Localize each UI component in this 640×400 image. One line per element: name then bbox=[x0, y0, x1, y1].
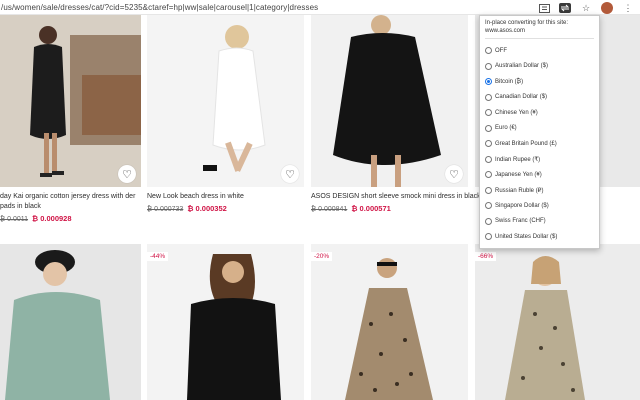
product-image[interactable]: -66% bbox=[475, 244, 640, 400]
currency-option[interactable]: OFF bbox=[485, 43, 594, 59]
currency-option-label: Great Britain Pound (£) bbox=[495, 140, 557, 147]
currency-options: OFF Australian Dollar ($) Bitcoin (₿) Canad… bbox=[485, 43, 594, 245]
sale-price: ₿ 0.000352 bbox=[187, 204, 227, 213]
radio-button[interactable] bbox=[485, 233, 492, 241]
currency-option[interactable]: United States Dollar ($) bbox=[485, 229, 594, 245]
product-name[interactable]: New Look beach dress in white bbox=[147, 192, 304, 202]
currency-option[interactable]: Indian Rupee (₹) bbox=[485, 152, 594, 168]
old-price: ₿ 0.0011 bbox=[0, 216, 29, 223]
avatar[interactable] bbox=[601, 2, 613, 14]
radio-button[interactable] bbox=[485, 78, 492, 86]
currency-converter-icon[interactable] bbox=[559, 3, 571, 13]
product-image[interactable]: -20% bbox=[311, 244, 468, 400]
currency-option[interactable]: Euro (€) bbox=[485, 121, 594, 137]
currency-option-label: Swiss Franc (CHF) bbox=[495, 218, 546, 225]
currency-option[interactable]: Canadian Dollar ($) bbox=[485, 90, 594, 106]
radio-button[interactable] bbox=[485, 171, 492, 179]
currency-option-label: Bitcoin (₿) bbox=[495, 78, 524, 85]
radio-button[interactable] bbox=[485, 109, 492, 117]
extension-icons: ☆ ⋮ bbox=[538, 2, 634, 14]
product-image[interactable] bbox=[0, 244, 141, 400]
old-price: ₿ 0.000841 bbox=[311, 206, 348, 213]
currency-option-label: Euro (€) bbox=[495, 125, 517, 132]
currency-option[interactable]: Great Britain Pound (£) bbox=[485, 136, 594, 152]
currency-option[interactable]: Singapore Dollar ($) bbox=[485, 198, 594, 214]
currency-option-label: Russian Ruble (₽) bbox=[495, 187, 544, 194]
browser-toolbar: /us/women/sale/dresses/cat/?cid=5235&cta… bbox=[0, 0, 640, 15]
photo-woman-leopard-dress bbox=[345, 258, 433, 400]
radio-button[interactable] bbox=[485, 217, 492, 225]
translate-icon[interactable] bbox=[538, 3, 550, 13]
currency-option[interactable]: Australian Dollar ($) bbox=[485, 59, 594, 75]
radio-button[interactable] bbox=[485, 47, 492, 55]
discount-badge: -66% bbox=[475, 252, 497, 261]
old-price: ₿ 0.000733 bbox=[147, 206, 184, 213]
currency-option-label: Japanese Yen (¥) bbox=[495, 171, 542, 178]
product-name[interactable]: ASOS DESIGN short sleeve smock mini dres… bbox=[311, 192, 481, 202]
menu-icon[interactable]: ⋮ bbox=[622, 3, 634, 13]
product-image[interactable]: -44% bbox=[147, 244, 304, 400]
photo-woman-black-smock-dress bbox=[333, 15, 441, 187]
sale-price: ₿ 0.000928 bbox=[32, 214, 72, 223]
photo-woman-black-dress bbox=[0, 15, 141, 187]
currency-option[interactable]: Swiss Franc (CHF) bbox=[485, 214, 594, 230]
radio-button[interactable] bbox=[485, 62, 492, 70]
star-icon[interactable]: ☆ bbox=[580, 3, 592, 13]
radio-button[interactable] bbox=[485, 93, 492, 101]
currency-option-label: Chinese Yen (¥) bbox=[495, 109, 538, 116]
address-bar-url[interactable]: /us/women/sale/dresses/cat/?cid=5235&cta… bbox=[0, 3, 318, 12]
radio-button[interactable] bbox=[485, 140, 492, 148]
radio-button[interactable] bbox=[485, 202, 492, 210]
product-image[interactable]: ♡ bbox=[0, 15, 141, 187]
photo-woman-floral-dress bbox=[505, 256, 585, 400]
discount-badge: -44% bbox=[147, 252, 169, 261]
radio-button[interactable] bbox=[485, 186, 492, 194]
currency-option-label: Indian Rupee (₹) bbox=[495, 156, 541, 163]
currency-option-label: United States Dollar ($) bbox=[495, 233, 558, 240]
product-price: ₿ 0.0011 ₿ 0.000928 bbox=[0, 214, 72, 223]
currency-option[interactable]: Japanese Yen (¥) bbox=[485, 167, 594, 183]
wishlist-heart-icon[interactable]: ♡ bbox=[445, 165, 463, 183]
product-name[interactable]: day Kai organic cotton jersey dress with… bbox=[0, 192, 141, 212]
sale-price: ₿ 0.000571 bbox=[351, 204, 391, 213]
currency-option-label: OFF bbox=[495, 47, 507, 54]
currency-option-label: Canadian Dollar ($) bbox=[495, 94, 548, 101]
popup-site: www.asos.com bbox=[485, 28, 526, 34]
currency-option-label: Australian Dollar ($) bbox=[495, 63, 549, 70]
product-price: ₿ 0.000841 ₿ 0.000571 bbox=[311, 204, 391, 213]
photo-woman-sage-sweatshirt bbox=[5, 250, 110, 400]
photo-woman-black-tshirt-dress bbox=[187, 254, 281, 400]
product-image[interactable]: ♡ bbox=[147, 15, 304, 187]
product-price: ₿ 0.000733 ₿ 0.000352 bbox=[147, 204, 227, 213]
wishlist-heart-icon[interactable]: ♡ bbox=[281, 165, 299, 183]
divider bbox=[485, 38, 594, 39]
popup-header: In-place converting for this site: bbox=[485, 20, 569, 26]
currency-option[interactable]: Russian Ruble (₽) bbox=[485, 183, 594, 199]
currency-option-label: Singapore Dollar ($) bbox=[495, 202, 549, 209]
photo-woman-white-dress bbox=[203, 25, 266, 172]
radio-button[interactable] bbox=[485, 155, 492, 163]
product-image[interactable]: ♡ bbox=[311, 15, 468, 187]
wishlist-heart-icon[interactable]: ♡ bbox=[118, 165, 136, 183]
currency-option[interactable]: Bitcoin (₿) bbox=[485, 74, 594, 90]
currency-converter-popup: In-place converting for this site: www.a… bbox=[479, 15, 600, 249]
currency-option[interactable]: Chinese Yen (¥) bbox=[485, 105, 594, 121]
discount-badge: -20% bbox=[311, 252, 333, 261]
radio-button[interactable] bbox=[485, 124, 492, 132]
